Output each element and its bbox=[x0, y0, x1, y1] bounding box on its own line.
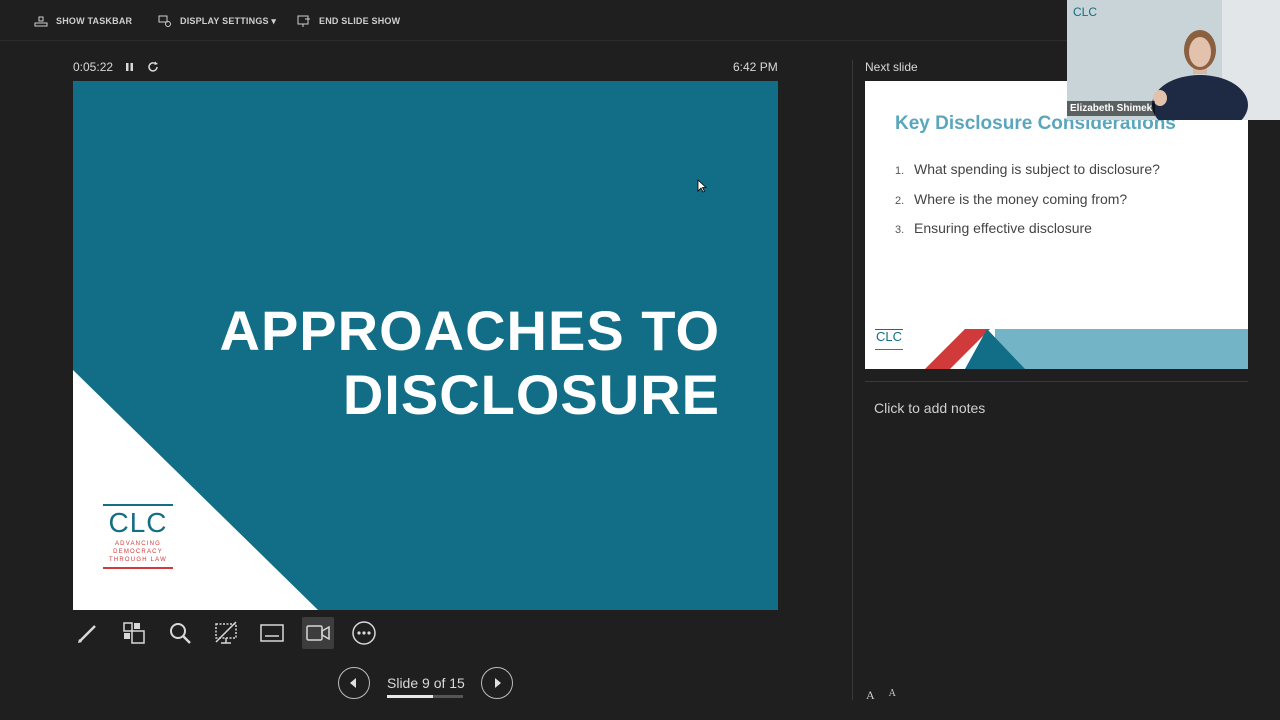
pane-divider[interactable] bbox=[852, 60, 853, 700]
webcam-video: CLC Elizabeth Shimek bbox=[1067, 0, 1280, 120]
webcam-logo: CLC bbox=[1073, 5, 1098, 19]
list-number: 3. bbox=[895, 224, 905, 236]
webcam-name-label: Elizabeth Shimek bbox=[1067, 101, 1156, 116]
logo-sub-line1: ADVANCING bbox=[114, 541, 162, 547]
black-screen-button[interactable] bbox=[210, 617, 242, 649]
see-all-slides-button[interactable] bbox=[118, 617, 150, 649]
list-text: Where is the money coming from? bbox=[914, 190, 1128, 207]
camera-icon bbox=[306, 625, 330, 641]
logo-sub-line3: THROUGH LAW bbox=[109, 557, 167, 563]
slide-progress-fill bbox=[387, 695, 433, 698]
restart-icon bbox=[148, 61, 158, 72]
logo-sub-line2: DEMOCRACY bbox=[113, 549, 163, 555]
notes-divider[interactable] bbox=[865, 381, 1248, 382]
end-slide-show-label: END SLIDE SHOW bbox=[319, 16, 401, 26]
see-all-slides-icon bbox=[123, 622, 145, 644]
current-slide[interactable]: APPROACHES TO DISCLOSURE CLC ADVANCING D… bbox=[73, 81, 778, 610]
logo-bottom-bar bbox=[103, 567, 173, 569]
taskbar-icon bbox=[34, 16, 48, 27]
previous-arrow-icon bbox=[350, 678, 356, 688]
elapsed-timer: 0:05:22 bbox=[73, 60, 114, 74]
pause-timer-button[interactable] bbox=[124, 60, 138, 74]
slide-title-line1: APPROACHES TO bbox=[219, 299, 720, 362]
notes-area[interactable]: Click to add notes bbox=[874, 400, 985, 416]
pause-icon bbox=[126, 63, 133, 71]
show-taskbar-label: SHOW TASKBAR bbox=[56, 16, 133, 26]
show-taskbar-button[interactable]: SHOW TASKBAR bbox=[34, 13, 132, 29]
slide-tools bbox=[72, 617, 380, 649]
clock: 6:42 PM bbox=[733, 60, 778, 74]
next-slide-preview[interactable]: Key Disclosure Considerations 1. What spe… bbox=[865, 81, 1248, 369]
slide-counter[interactable]: Slide 9 of 15 bbox=[387, 675, 465, 691]
list-item: 3. Ensuring effective disclosure bbox=[895, 220, 1160, 250]
zoom-button[interactable] bbox=[164, 617, 196, 649]
list-text: Ensuring effective disclosure bbox=[914, 220, 1092, 236]
list-number: 1. bbox=[895, 165, 905, 177]
logo-subtitle: ADVANCING DEMOCRACY THROUGH LAW bbox=[103, 540, 173, 564]
clc-logo: CLC ADVANCING DEMOCRACY THROUGH LAW bbox=[103, 504, 173, 569]
pen-icon bbox=[78, 625, 96, 643]
slide-title: APPROACHES TO DISCLOSURE bbox=[220, 299, 720, 427]
subtitles-icon bbox=[260, 624, 284, 642]
pen-tool-button[interactable] bbox=[72, 617, 104, 649]
restart-timer-button[interactable] bbox=[146, 60, 160, 74]
list-item: 1. What spending is subject to disclosure… bbox=[895, 161, 1160, 191]
next-slide-footer-band bbox=[925, 329, 1248, 369]
previous-slide-button[interactable] bbox=[338, 667, 370, 699]
display-settings-label: DISPLAY SETTINGS ▾ bbox=[180, 15, 277, 26]
camera-toggle-button[interactable] bbox=[302, 617, 334, 649]
increase-font-button[interactable]: A bbox=[866, 688, 875, 703]
zoom-icon bbox=[170, 623, 191, 644]
black-screen-icon bbox=[215, 621, 237, 644]
slide-progress-bar bbox=[387, 695, 463, 698]
slide-title-line2: DISCLOSURE bbox=[342, 363, 720, 426]
next-slide-label: Next slide bbox=[865, 60, 918, 74]
display-settings-button[interactable]: DISPLAY SETTINGS ▾ bbox=[158, 13, 276, 29]
next-slide-button[interactable] bbox=[481, 667, 513, 699]
list-number: 2. bbox=[895, 194, 905, 207]
subtitles-button[interactable] bbox=[256, 617, 288, 649]
end-show-icon bbox=[297, 15, 310, 27]
decrease-font-button[interactable]: A bbox=[889, 688, 896, 703]
logo-main-text: CLC bbox=[108, 507, 168, 538]
next-slide-list: 1. What spending is subject to disclosure… bbox=[895, 161, 1160, 250]
mouse-pointer-icon bbox=[697, 179, 707, 193]
display-settings-icon bbox=[158, 15, 171, 27]
next-arrow-icon bbox=[495, 678, 501, 688]
list-item: 2. Where is the money coming from? bbox=[895, 191, 1160, 221]
more-options-icon bbox=[352, 621, 376, 645]
more-options-button[interactable] bbox=[348, 617, 380, 649]
notes-font-controls: A A bbox=[866, 688, 896, 703]
end-slide-show-button[interactable]: END SLIDE SHOW bbox=[297, 13, 400, 29]
list-text: What spending is subject to disclosure? bbox=[914, 161, 1160, 177]
